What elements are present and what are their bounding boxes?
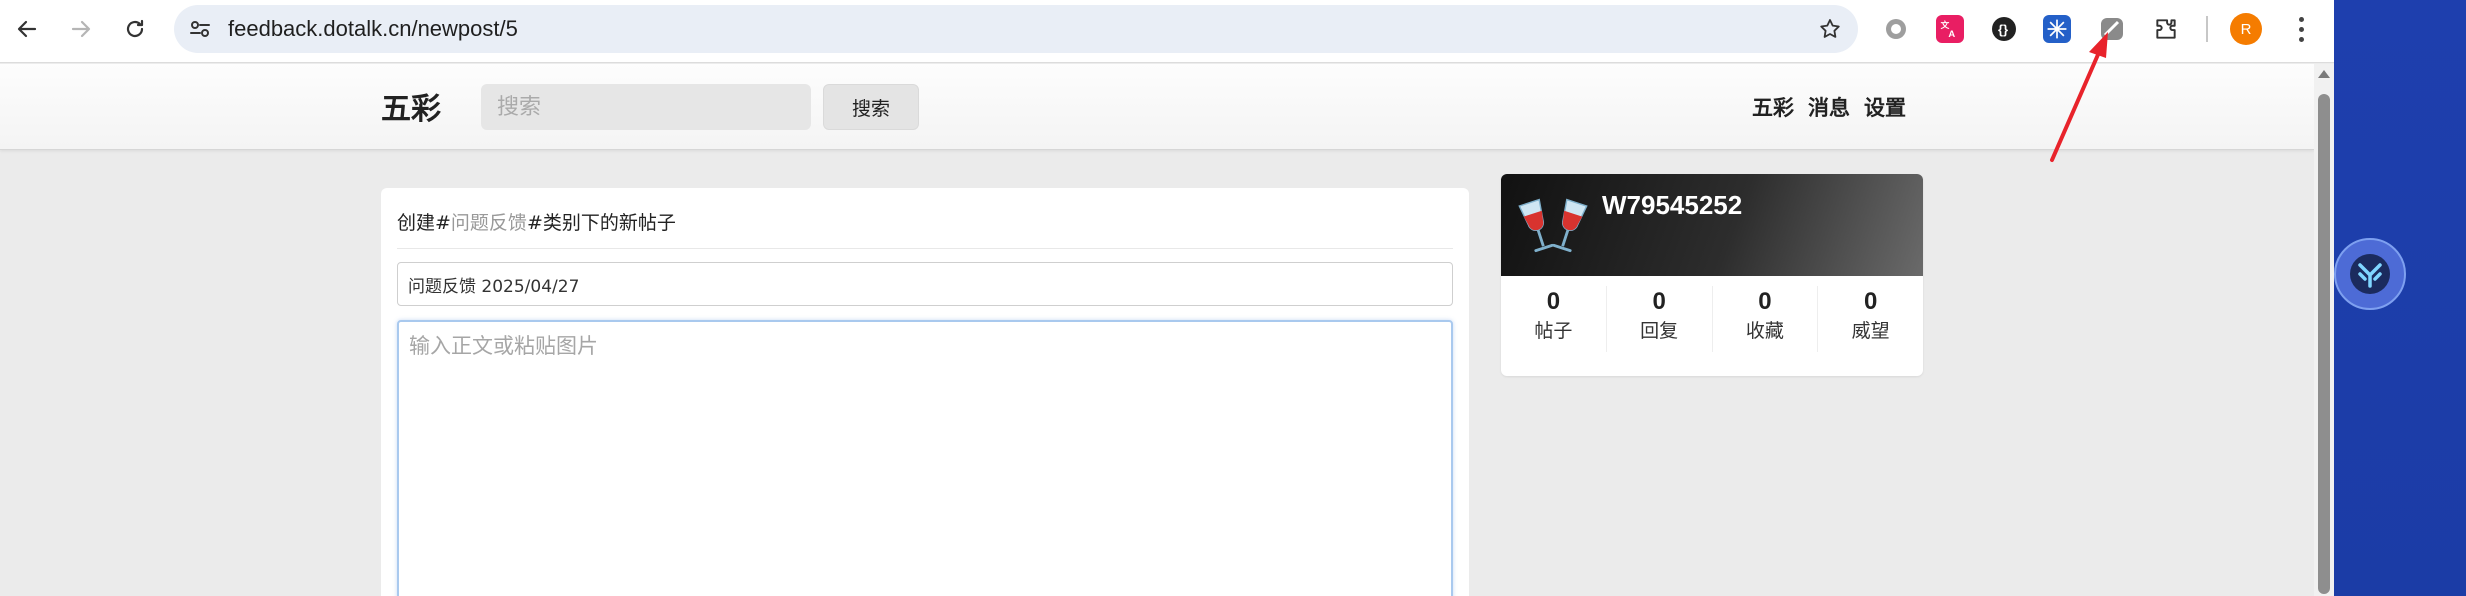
username[interactable]: W79545252 — [1602, 190, 1742, 221]
user-profile-card: W79545252 0 帖子 0 回复 0 收藏 0 威望 — [1501, 174, 1923, 376]
nav-link-messages[interactable]: 消息 — [1808, 92, 1850, 122]
post-title-input[interactable] — [397, 262, 1453, 306]
new-post-card: 创建#问题反馈#类别下的新帖子 — [381, 188, 1469, 596]
scroll-thumb[interactable] — [2318, 94, 2330, 594]
url-text[interactable]: feedback.dotalk.cn/newpost/5 — [228, 5, 518, 53]
nav-link-home[interactable]: 五彩 — [1752, 92, 1794, 122]
stat-label: 帖子 — [1534, 320, 1573, 342]
stat-posts[interactable]: 0 帖子 — [1501, 286, 1607, 352]
stat-label: 回复 — [1640, 320, 1679, 342]
assistant-logo-icon — [2350, 254, 2390, 294]
stat-value: 0 — [1758, 288, 1772, 315]
user-stats: 0 帖子 0 回复 0 收藏 0 威望 — [1501, 286, 1923, 366]
toolbar-divider — [2206, 16, 2208, 42]
stat-value: 0 — [1863, 288, 1878, 315]
stat-value: 0 — [1652, 288, 1666, 315]
bookmark-star-icon[interactable] — [1818, 17, 1842, 41]
arrow-right-icon — [71, 20, 91, 38]
back-button[interactable] — [8, 10, 46, 48]
stat-label: 收藏 — [1745, 320, 1784, 342]
stat-label: 威望 — [1851, 320, 1890, 342]
forward-button[interactable] — [62, 10, 100, 48]
clinking-glasses-avatar-icon[interactable] — [1515, 188, 1591, 264]
browser-toolbar: feedback.dotalk.cn/newpost/5 文A {} R — [0, 0, 2334, 63]
reload-button[interactable] — [116, 10, 154, 48]
page-viewport: 五彩 搜索 五彩 消息 设置 创建#问题反馈#类别下的新帖子 — [0, 64, 2314, 596]
blue-grid-extension-icon[interactable] — [2043, 15, 2071, 43]
page-scrollbar[interactable] — [2314, 64, 2334, 596]
post-heading: 创建#问题反馈#类别下的新帖子 — [397, 208, 676, 235]
reload-icon — [126, 19, 144, 38]
svg-text:A: A — [1948, 28, 1955, 39]
translate-extension-icon[interactable]: 文A — [1936, 15, 1964, 43]
search-button[interactable]: 搜索 — [823, 84, 919, 130]
arrow-left-icon — [17, 20, 37, 38]
puzzle-extensions-icon[interactable] — [2152, 15, 2180, 43]
header-nav: 五彩 消息 设置 — [1752, 92, 1906, 122]
profile-avatar[interactable]: R — [2230, 13, 2262, 45]
stat-reputation[interactable]: 0 威望 — [1818, 286, 1923, 352]
black-circle-extension-icon[interactable]: {} — [1990, 15, 2018, 43]
stat-value: 0 — [1546, 288, 1561, 315]
browser-menu-icon[interactable] — [2288, 14, 2314, 44]
svg-text:{}: {} — [1998, 22, 2008, 37]
address-bar[interactable]: feedback.dotalk.cn/newpost/5 — [174, 5, 1858, 53]
search-input[interactable] — [481, 84, 811, 130]
site-logo[interactable]: 五彩 — [381, 84, 441, 128]
gray-extension-icon[interactable] — [2098, 15, 2126, 43]
scroll-up-arrow-icon[interactable] — [2318, 70, 2330, 78]
nav-link-settings[interactable]: 设置 — [1864, 92, 1906, 122]
site-settings-icon[interactable] — [188, 17, 212, 41]
floating-assistant-button[interactable] — [2334, 238, 2406, 310]
stat-replies[interactable]: 0 回复 — [1607, 286, 1713, 352]
site-header: 五彩 搜索 五彩 消息 设置 — [0, 64, 2314, 150]
post-heading-prefix: 创建# — [397, 212, 451, 234]
stat-favorites[interactable]: 0 收藏 — [1713, 286, 1819, 352]
circle-extension-icon[interactable] — [1882, 15, 1910, 43]
post-body-textarea[interactable] — [397, 320, 1453, 596]
user-banner: W79545252 — [1501, 174, 1923, 276]
post-heading-suffix: #类别下的新帖子 — [526, 212, 676, 234]
divider — [397, 248, 1453, 249]
category-link[interactable]: 问题反馈 — [451, 212, 527, 234]
